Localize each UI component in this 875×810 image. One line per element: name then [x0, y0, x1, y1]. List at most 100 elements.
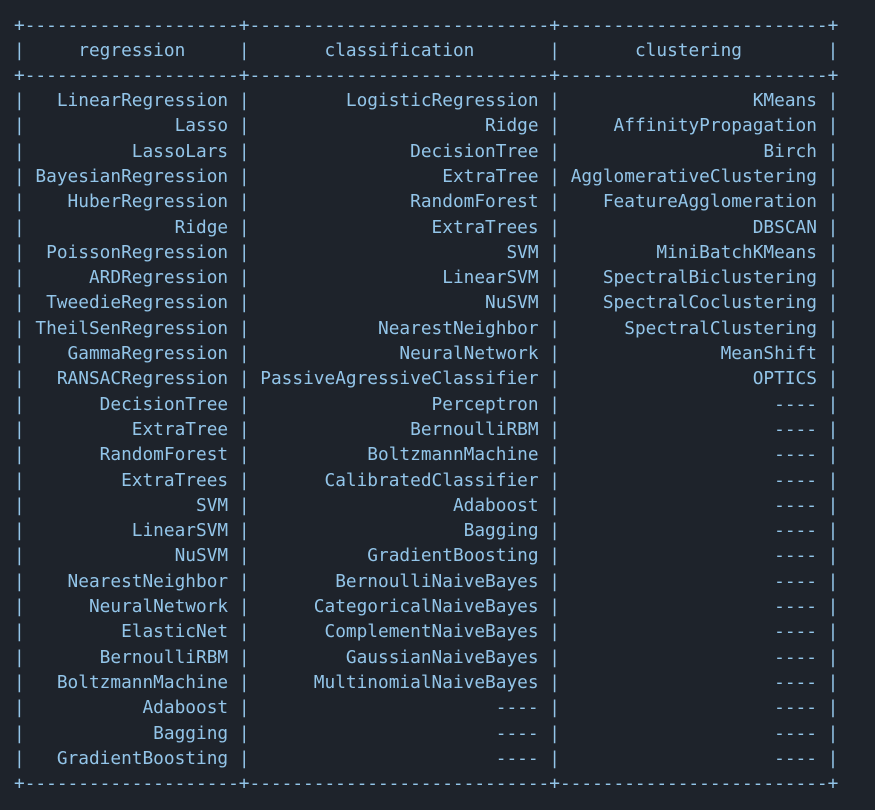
table-cell-clustering: ---- — [560, 418, 828, 440]
table-cell-classification: Bagging — [249, 520, 550, 542]
table-cell-classification: MultinomialNaiveBayes — [249, 671, 550, 693]
table-cell-clustering: ---- — [560, 570, 828, 592]
table-cell-clustering: SpectralClustering — [560, 317, 828, 339]
table-cell-classification: DecisionTree — [249, 140, 550, 162]
table-cell-classification: ExtraTrees — [249, 216, 550, 238]
table-cell-regression: NuSVM — [24, 545, 239, 567]
table-cell-classification: NuSVM — [249, 292, 550, 314]
table-row: | DecisionTree | Perceptron | ---- | — [14, 393, 839, 415]
table-cell-regression: NeuralNetwork — [24, 596, 239, 617]
table-cell-regression: BayesianRegression — [24, 165, 239, 187]
table-cell-regression: ExtraTrees — [24, 469, 239, 491]
table-cell-clustering: ---- — [560, 444, 828, 466]
table-cell-classification: Adaboost — [249, 494, 550, 516]
table-cell-classification: NeuralNetwork — [249, 343, 550, 364]
table-cell-regression: DecisionTree — [24, 393, 239, 415]
table-cell-clustering: ---- — [560, 671, 828, 693]
table-cell-clustering: ---- — [560, 494, 828, 516]
table-cell-classification: ComplementNaiveBayes — [249, 621, 550, 643]
table-row: | RandomForest | BoltzmannMachine | ----… — [14, 444, 839, 466]
table-row: | Adaboost | ---- | ---- | — [14, 697, 839, 719]
table-cell-regression: TheilSenRegression — [24, 317, 239, 339]
table-row: | Bagging | ---- | ---- | — [14, 722, 839, 744]
table-row: | BoltzmannMachine | MultinomialNaiveBay… — [14, 671, 839, 693]
table-row: | PoissonRegression | SVM | MiniBatchKMe… — [14, 241, 839, 263]
table-cell-classification: LinearSVM — [249, 267, 550, 289]
table-cell-regression: RANSACRegression — [24, 368, 239, 390]
table-cell-classification: CategoricalNaiveBayes — [249, 596, 550, 617]
table-cell-classification: GradientBoosting — [249, 545, 550, 567]
table-cell-regression: Bagging — [24, 722, 239, 744]
table-cell-clustering: AgglomerativeClustering — [560, 165, 828, 187]
column-header-regression: regression — [24, 40, 239, 61]
table-cell-regression: BernoulliRBM — [24, 646, 239, 668]
table-cell-clustering: ---- — [560, 596, 828, 617]
table-cell-clustering: AffinityPropagation — [560, 115, 828, 137]
table-cell-clustering: ---- — [560, 469, 828, 491]
table-cell-clustering: ---- — [560, 621, 828, 643]
table-cell-regression: ExtraTree — [24, 418, 239, 440]
terminal-output: +--------------------+------------------… — [0, 0, 875, 810]
table-cell-regression: TweedieRegression — [24, 292, 239, 314]
table-row: | BernoulliRBM | GaussianNaiveBayes | --… — [14, 646, 839, 668]
table-cell-regression: SVM — [24, 494, 239, 516]
table-cell-regression: RandomForest — [24, 444, 239, 466]
table-cell-classification: NearestNeighbor — [249, 317, 550, 339]
table-cell-clustering: ---- — [560, 747, 828, 769]
table-cell-clustering: SpectralCoclustering — [560, 292, 828, 314]
table-cell-classification: ExtraTree — [249, 165, 550, 187]
table-header-row: | regression | classification | clusteri… — [14, 40, 839, 61]
column-header-classification: classification — [249, 40, 550, 61]
table-cell-classification: Ridge — [249, 115, 550, 137]
table-row: | LinearSVM | Bagging | ---- | — [14, 520, 839, 542]
table-cell-clustering: FeatureAgglomeration — [560, 191, 828, 213]
table-cell-clustering: KMeans — [560, 90, 828, 111]
table-cell-regression: GammaRegression — [24, 343, 239, 364]
table-row: | ElasticNet | ComplementNaiveBayes | --… — [14, 621, 839, 643]
table-cell-clustering: ---- — [560, 545, 828, 567]
table-cell-clustering: ---- — [560, 393, 828, 415]
table-row: | BayesianRegression | ExtraTree | Agglo… — [14, 165, 839, 187]
table-cell-clustering: DBSCAN — [560, 216, 828, 238]
table-row: | Ridge | ExtraTrees | DBSCAN | — [14, 216, 839, 238]
table-cell-clustering: ---- — [560, 722, 828, 744]
table-cell-regression: PoissonRegression — [24, 241, 239, 263]
table-cell-classification: BernoulliNaiveBayes — [249, 570, 550, 592]
table-row: | TheilSenRegression | NearestNeighbor |… — [14, 317, 839, 339]
table-cell-regression: ARDRegression — [24, 267, 239, 289]
table-cell-regression: Ridge — [24, 216, 239, 238]
table-cell-regression: Lasso — [24, 115, 239, 137]
table-cell-regression: LassoLars — [24, 140, 239, 162]
table-cell-regression: LinearRegression — [24, 90, 239, 111]
table-cell-clustering: ---- — [560, 697, 828, 719]
table-cell-classification: SVM — [249, 241, 550, 263]
table-cell-regression: LinearSVM — [24, 520, 239, 542]
table-row: | ExtraTrees | CalibratedClassifier | --… — [14, 469, 839, 491]
table-header-separator: +--------------------+------------------… — [14, 65, 839, 86]
table-cell-classification: PassiveAgressiveClassifier — [249, 368, 550, 390]
table-row: | Lasso | Ridge | AffinityPropagation | — [14, 115, 839, 137]
table-cell-regression: Adaboost — [24, 697, 239, 719]
table-cell-clustering: MiniBatchKMeans — [560, 241, 828, 263]
table-cell-regression: HuberRegression — [24, 191, 239, 213]
table-cell-classification: Perceptron — [249, 393, 550, 415]
table-cell-regression: ElasticNet — [24, 621, 239, 643]
table-cell-classification: ---- — [249, 722, 550, 744]
table-cell-clustering: OPTICS — [560, 368, 828, 390]
table-cell-regression: GradientBoosting — [24, 747, 239, 769]
table-cell-regression: NearestNeighbor — [24, 570, 239, 592]
table-cell-classification: ---- — [249, 697, 550, 719]
table-cell-classification: GaussianNaiveBayes — [249, 646, 550, 668]
table-row: | LassoLars | DecisionTree | Birch | — [14, 140, 839, 162]
table-row: | LinearRegression | LogisticRegression … — [14, 90, 839, 111]
table-row: | SVM | Adaboost | ---- | — [14, 494, 839, 516]
table-cell-clustering: Birch — [560, 140, 828, 162]
table-row: | ARDRegression | LinearSVM | SpectralBi… — [14, 267, 839, 289]
table-row: | ExtraTree | BernoulliRBM | ---- | — [14, 418, 839, 440]
table-cell-classification: RandomForest — [249, 191, 550, 213]
table-border-bottom: +--------------------+------------------… — [14, 772, 839, 794]
table-cell-clustering: MeanShift — [560, 343, 828, 364]
table-row: | TweedieRegression | NuSVM | SpectralCo… — [14, 292, 839, 314]
table-row: | NearestNeighbor | BernoulliNaiveBayes … — [14, 570, 839, 592]
table-border-top: +--------------------+------------------… — [14, 15, 839, 36]
